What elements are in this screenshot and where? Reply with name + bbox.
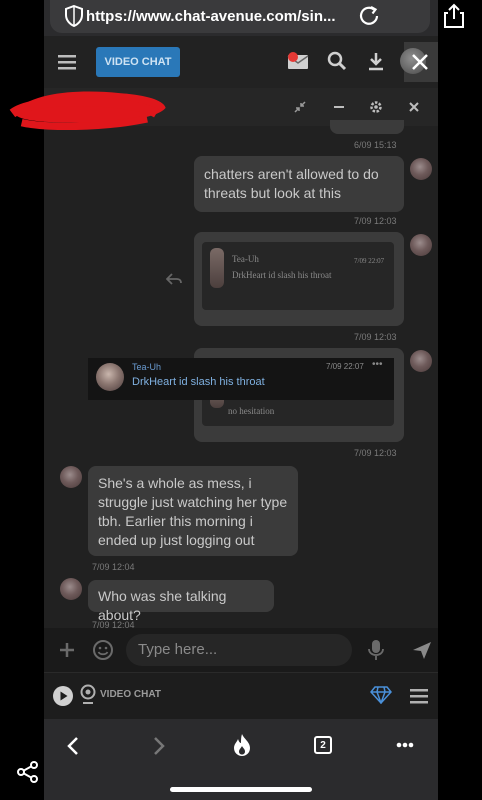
app-footer: VIDEO CHAT (44, 672, 438, 719)
message-timestamp: 7/09 12:03 (354, 332, 397, 342)
url-field[interactable]: https://www.chat-avenue.com/sin... (50, 0, 430, 33)
menu-icon[interactable] (58, 54, 76, 70)
message-timestamp: 7/09 12:04 (92, 562, 135, 572)
browser-address-bar: https://www.chat-avenue.com/sin... (44, 0, 464, 36)
search-icon[interactable] (326, 50, 348, 72)
gear-icon[interactable] (369, 100, 383, 114)
more-icon[interactable] (396, 742, 414, 748)
quoted-name: Tea-Uh (132, 362, 162, 372)
message-bubble (330, 120, 404, 134)
reply-icon[interactable] (166, 272, 182, 286)
quoted-text: no hesitation (228, 406, 275, 416)
message-bubble: She's a whole as mess, i struggle just w… (88, 466, 298, 556)
forward-icon[interactable] (152, 736, 166, 756)
chat-app: VIDEO CHAT 6/09 15:13 chatters aren't al… (44, 36, 438, 719)
message-text: chatters aren't allowed to do threats bu… (204, 166, 379, 201)
plus-icon[interactable] (59, 642, 75, 658)
quoted-date: 7/09 22:07 (354, 257, 385, 265)
quoted-avatar (96, 363, 124, 391)
browser-toolbar: 2 (44, 719, 438, 800)
user-avatar[interactable] (410, 158, 432, 180)
shield-icon[interactable] (64, 5, 84, 27)
app-header: VIDEO CHAT (44, 36, 438, 88)
microphone-icon[interactable] (368, 639, 384, 661)
play-icon[interactable] (52, 685, 74, 707)
user-avatar[interactable] (60, 466, 82, 488)
home-indicator (170, 787, 312, 792)
quoted-avatar (210, 248, 224, 288)
user-avatar[interactable] (410, 234, 432, 256)
close-icon[interactable] (411, 53, 429, 71)
message-input-bar: Type here... (44, 628, 438, 672)
message-text: She's a whole as mess, i struggle just w… (98, 475, 288, 548)
private-messages-icon[interactable] (286, 50, 310, 72)
download-icon[interactable] (366, 50, 386, 72)
back-icon[interactable] (66, 736, 80, 756)
message-bubble: Who was she talking about? (88, 580, 274, 623)
quoted-text: DrkHeart id slash his throat (232, 270, 332, 280)
user-avatar[interactable] (60, 578, 82, 600)
minimize-icon[interactable] (332, 100, 346, 114)
reload-icon[interactable] (358, 5, 382, 27)
close-icon[interactable] (407, 100, 421, 114)
message-timestamp: 7/09 12:03 (354, 216, 397, 226)
user-avatar[interactable] (410, 350, 432, 372)
message-bubble: Tea-Uh 7/09 22:07 DrkHeart id slash his … (194, 232, 404, 326)
quoted-screenshot: Tea-Uh 7/09 22:07 DrkHeart id slash his … (202, 242, 394, 310)
close-panel-button[interactable] (400, 42, 438, 82)
emoji-icon[interactable] (92, 639, 114, 661)
quoted-date: 7/09 22:07 (326, 362, 364, 371)
collapse-icon[interactable] (293, 100, 307, 114)
webcam-icon[interactable] (80, 684, 96, 704)
message-text: Who was she talking about? (98, 588, 227, 623)
flame-icon[interactable] (232, 733, 252, 757)
url-text[interactable]: https://www.chat-avenue.com/sin... (86, 8, 336, 25)
message-bubble: chatters aren't allowed to do threats bu… (194, 156, 404, 212)
share-icon[interactable] (442, 3, 466, 29)
message-timestamp: 6/09 15:13 (354, 140, 397, 150)
more-options-icon[interactable]: ••• (372, 359, 383, 370)
video-chat-button[interactable]: VIDEO CHAT (96, 47, 180, 77)
floating-quote-card[interactable]: Tea-Uh 7/09 22:07 ••• DrkHeart id slash … (88, 358, 394, 400)
message-input[interactable]: Type here... (126, 634, 352, 666)
tab-count-button[interactable]: 2 (314, 736, 332, 754)
redaction-scribble (9, 91, 166, 130)
diamond-icon[interactable] (370, 686, 392, 704)
video-chat-link[interactable]: VIDEO CHAT (100, 689, 161, 700)
quoted-text: DrkHeart id slash his throat (132, 376, 265, 388)
share-nodes-icon[interactable] (16, 760, 40, 784)
message-timestamp: 7/09 12:03 (354, 448, 397, 458)
menu-icon[interactable] (410, 688, 428, 704)
send-icon[interactable] (412, 640, 432, 660)
phone-screen: https://www.chat-avenue.com/sin... VIDEO… (0, 0, 482, 800)
